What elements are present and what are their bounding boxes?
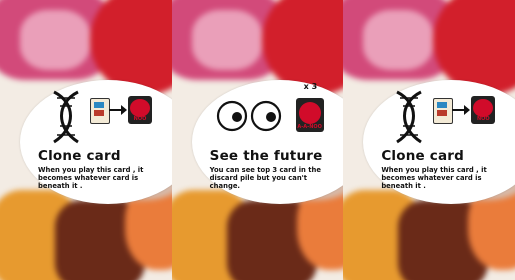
dna-icon bbox=[396, 90, 423, 144]
card-description: You can see top 3 card in the discard pi… bbox=[209, 166, 321, 190]
eyes-icon bbox=[216, 100, 281, 132]
card-icons: A-A-NOO bbox=[46, 88, 171, 144]
card-see-future[interactable]: x 3 A-A-NOO See the future You can see t… bbox=[171, 0, 344, 280]
arrow-right-icon bbox=[452, 105, 471, 115]
card-icons: A-A-NOO bbox=[389, 88, 514, 144]
cards-strip: A-A-NOO Clone card When you play this ca… bbox=[0, 0, 515, 280]
card-clone[interactable]: A-A-NOO Clone card When you play this ca… bbox=[0, 0, 172, 280]
card-clone[interactable]: A-A-NOO Clone card When you play this ca… bbox=[343, 0, 515, 280]
card-icon bbox=[90, 98, 110, 124]
card-title: See the future bbox=[209, 148, 323, 164]
a-a-noo-card-icon: A-A-NOO bbox=[295, 98, 324, 132]
arrow-right-icon bbox=[109, 105, 127, 115]
card-title: Clone card bbox=[381, 148, 465, 164]
card-description: When you play this card , it becomes wha… bbox=[38, 166, 144, 190]
card-icons: x 3 A-A-NOO bbox=[216, 82, 343, 144]
a-a-noo-card-icon: A-A-NOO bbox=[471, 96, 496, 124]
card-icon bbox=[433, 98, 454, 124]
card-title: Clone card bbox=[38, 148, 121, 164]
card-description: When you play this card , it becomes wha… bbox=[381, 166, 487, 190]
multiplier-label: x 3 bbox=[303, 82, 318, 91]
dna-icon bbox=[53, 90, 79, 144]
a-a-noo-card-icon: A-A-NOO bbox=[128, 96, 152, 124]
